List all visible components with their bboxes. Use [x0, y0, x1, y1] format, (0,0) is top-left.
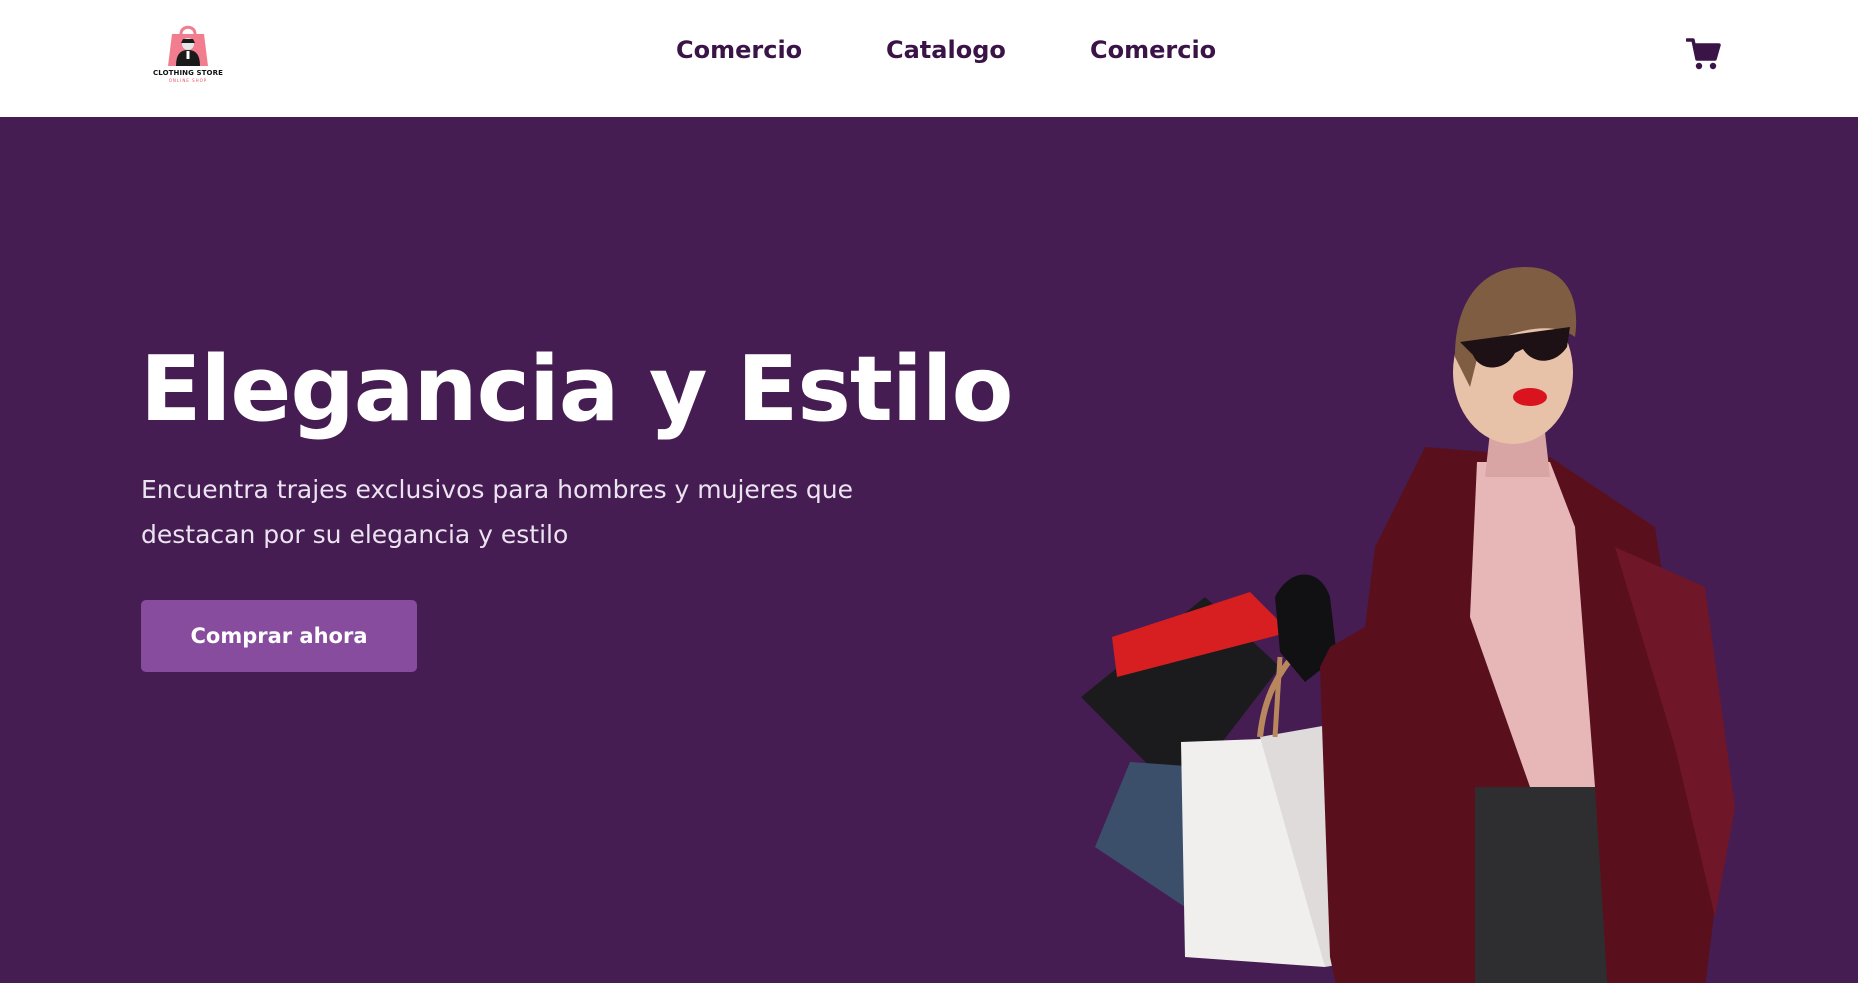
- shopping-cart-icon: [1685, 38, 1721, 70]
- nav-item-comercio[interactable]: Comercio: [676, 36, 802, 64]
- brand-tagline: ONLINE SHOP: [168, 78, 208, 83]
- woman-with-shopping-bags-image: [1081, 267, 1735, 983]
- nav-item-catalogo[interactable]: Catalogo: [886, 36, 1006, 64]
- nav-item-comercio-2[interactable]: Comercio: [1090, 36, 1216, 64]
- shop-now-button[interactable]: Comprar ahora: [141, 600, 417, 672]
- cart-button[interactable]: [1685, 37, 1722, 71]
- hero-subtitle: Encuentra trajes exclusivos para hombres…: [141, 475, 853, 549]
- brand-logo[interactable]: CLOTHING STORE ONLINE SHOP: [150, 22, 226, 84]
- shopping-bag-logo-icon: [168, 25, 208, 66]
- brand-name: CLOTHING STORE: [153, 69, 223, 77]
- hero-title: Elegancia y Estilo: [140, 337, 1013, 442]
- site-header: CLOTHING STORE ONLINE SHOP Comercio Cata…: [0, 0, 1858, 117]
- hero-section: Elegancia y Estilo Encuentra trajes excl…: [0, 117, 1858, 983]
